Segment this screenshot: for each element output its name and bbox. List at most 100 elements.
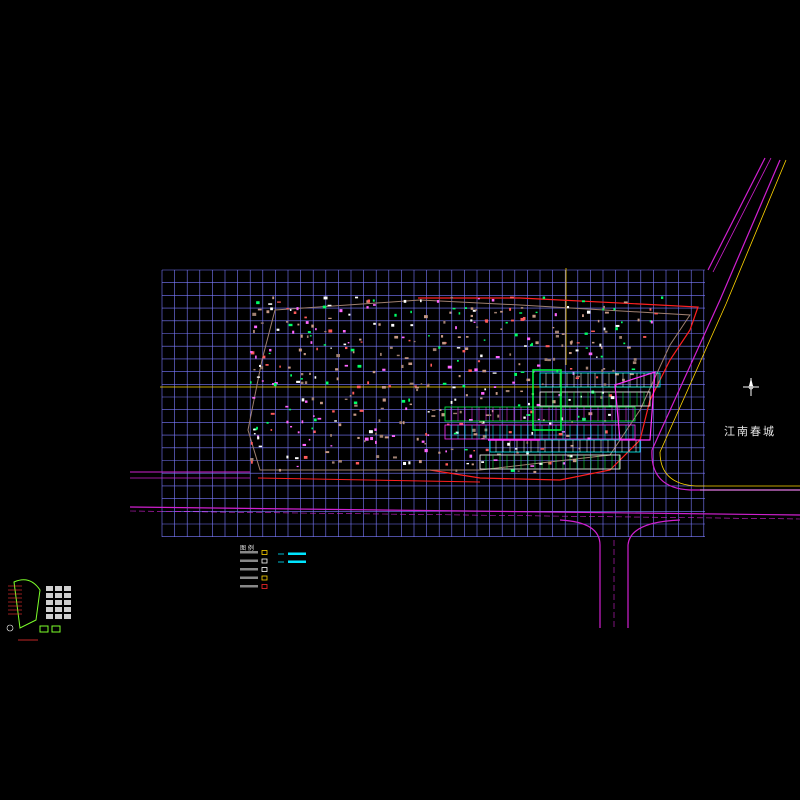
landscape-mark	[255, 355, 257, 359]
legend-text-stroke	[240, 568, 258, 571]
landscape-mark	[601, 369, 604, 373]
landscape-mark	[588, 412, 593, 416]
landscape-mark	[505, 390, 510, 393]
landscape-mark	[304, 381, 308, 385]
landscape-mark	[416, 388, 419, 392]
inset-table-cell	[55, 607, 62, 612]
landscape-mark	[537, 364, 541, 367]
landscape-mark	[600, 355, 603, 358]
landscape-mark	[306, 335, 309, 338]
landscape-mark	[372, 299, 375, 302]
landscape-mark	[442, 382, 447, 385]
inset-table-cell	[46, 586, 53, 591]
landscape-mark	[473, 450, 476, 452]
landscape-mark	[355, 462, 360, 465]
landscape-mark	[260, 322, 264, 324]
landscape-mark	[254, 325, 258, 329]
landscape-mark	[353, 413, 357, 416]
landscape-mark	[600, 346, 603, 349]
landscape-mark	[532, 314, 536, 318]
landscape-mark	[477, 297, 480, 300]
landscape-mark	[596, 376, 599, 379]
landscape-mark	[334, 420, 337, 422]
landscape-mark	[330, 445, 333, 447]
landscape-mark	[520, 307, 524, 309]
landscape-mark	[450, 448, 454, 451]
landscape-mark	[604, 430, 608, 434]
inset-symbol	[51, 625, 61, 633]
landscape-mark	[257, 436, 260, 440]
landscape-mark	[399, 421, 403, 425]
landscape-mark	[450, 296, 453, 299]
landscape-mark	[473, 433, 478, 436]
landscape-mark	[261, 380, 264, 382]
landscape-mark	[619, 336, 622, 339]
landscape-mark	[468, 369, 472, 372]
landscape-mark	[581, 314, 584, 318]
landscape-mark	[376, 455, 380, 459]
landscape-mark	[348, 313, 351, 316]
landscape-mark	[404, 357, 409, 359]
landscape-mark	[373, 322, 376, 325]
landscape-mark	[566, 434, 570, 437]
landscape-mark	[575, 349, 579, 352]
landscape-mark	[278, 468, 282, 472]
landscape-mark	[509, 307, 512, 311]
inset-table-cell	[55, 614, 62, 619]
cad-drawing-canvas: 江南春城 图 例	[0, 0, 800, 800]
landscape-mark	[372, 370, 376, 374]
landscape-mark	[328, 329, 333, 333]
landscape-mark	[266, 310, 270, 314]
landscape-mark	[270, 412, 275, 415]
landscape-mark	[492, 372, 497, 374]
legend-swatch	[261, 584, 268, 589]
landscape-mark	[265, 364, 269, 366]
landscape-mark	[302, 443, 307, 447]
landscape-mark	[374, 428, 377, 431]
landscape-mark	[277, 301, 281, 303]
landscape-mark	[552, 357, 556, 361]
landscape-mark	[595, 356, 598, 358]
landscape-mark	[401, 336, 405, 339]
landscape-mark	[431, 415, 436, 418]
landscape-mark	[287, 366, 291, 369]
site-boundary	[257, 477, 481, 483]
landscape-mark	[307, 331, 311, 334]
inset-table-cell	[46, 593, 53, 598]
landscape-mark	[519, 312, 523, 314]
landscape-outline	[247, 299, 691, 471]
landscape-mark	[599, 343, 602, 347]
site-layout	[247, 296, 699, 483]
landscape-mark	[586, 310, 591, 314]
landscape-mark	[518, 363, 521, 366]
landscape-mark	[402, 421, 405, 425]
road-edge	[559, 519, 601, 628]
landscape-mark	[296, 307, 299, 311]
landscape-mark	[554, 313, 557, 317]
landscape-mark	[527, 402, 530, 406]
landscape-mark	[270, 307, 273, 311]
landscape-mark	[526, 441, 529, 444]
landscape-mark	[439, 409, 442, 411]
landscape-mark	[464, 307, 467, 310]
landscape-mark	[649, 308, 652, 311]
landscape-mark	[250, 441, 253, 445]
landscape-mark	[432, 348, 437, 352]
landscape-mark	[253, 433, 256, 435]
landscape-mark	[508, 431, 512, 434]
landscape-mark	[427, 383, 430, 387]
landscape-mark	[654, 312, 658, 315]
landscape-mark	[535, 341, 539, 345]
landscape-mark	[403, 299, 407, 303]
landscape-mark	[350, 348, 355, 352]
landscape-mark	[457, 336, 461, 339]
landscape-mark	[296, 380, 301, 383]
landscape-mark	[425, 432, 428, 436]
landscape-mark	[418, 460, 422, 464]
landscape-mark	[603, 368, 606, 370]
legend-swatch	[261, 550, 268, 555]
landscape-mark	[394, 335, 399, 339]
landscape-mark	[367, 381, 370, 385]
landscape-mark	[268, 352, 271, 355]
landscape-mark	[325, 451, 330, 454]
